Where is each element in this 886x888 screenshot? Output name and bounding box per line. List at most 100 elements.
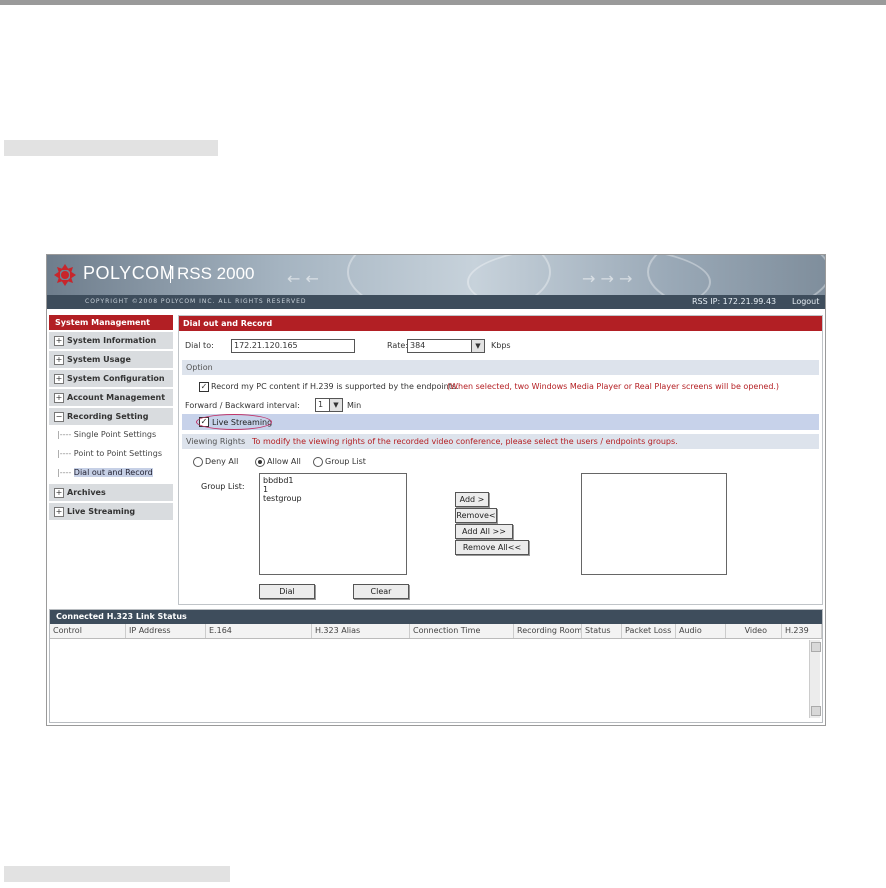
logout-link[interactable]: Logout xyxy=(792,297,819,306)
add-button[interactable]: Add > xyxy=(455,492,489,507)
sidebar-item-label: System Usage xyxy=(67,355,131,364)
brand-name: POLYCOM xyxy=(83,263,176,283)
sidebar-item-system-configuration[interactable]: + System Configuration xyxy=(49,370,173,387)
app-header: ← ← → → → POLYCOM RSS 2000 xyxy=(47,255,825,295)
interval-label: Forward / Backward interval: xyxy=(185,401,300,410)
rate-unit: Kbps xyxy=(491,341,511,350)
section-heading-placeholder-bottom xyxy=(4,866,230,882)
clear-button[interactable]: Clear xyxy=(353,584,409,599)
sidebar-item-label: System Configuration xyxy=(67,374,165,383)
dropdown-arrow-icon: ▼ xyxy=(471,340,484,352)
polycom-logo-icon xyxy=(54,264,76,286)
sidebar-item-system-information[interactable]: + System Information xyxy=(49,332,173,349)
panel-title: Dial out and Record xyxy=(179,316,822,331)
status-table-header: Control IP Address E.164 H.323 Alias Con… xyxy=(50,624,822,639)
viewing-rights-note: To modify the viewing rights of the reco… xyxy=(252,437,678,446)
allow-all-radio[interactable] xyxy=(255,457,265,467)
column-header[interactable]: Audio xyxy=(676,624,726,638)
group-list-label: Group List: xyxy=(201,482,245,491)
dial-to-label: Dial to: xyxy=(185,341,214,350)
column-header[interactable]: Connection Time xyxy=(410,624,514,638)
header-strip: COPYRIGHT ©2008 POLYCOM INC. ALL RIGHTS … xyxy=(47,295,825,309)
column-header[interactable]: H.239 xyxy=(782,624,822,638)
rss-ip-text: RSS IP: 172.21.99.43 xyxy=(692,297,777,306)
rate-select[interactable]: 384 ▼ xyxy=(407,339,485,353)
column-header[interactable]: Status xyxy=(582,624,622,638)
sidebar-item-label: Live Streaming xyxy=(67,507,136,516)
main-panel: Dial out and Record Dial to: 172.21.120.… xyxy=(178,315,823,605)
sidebar-item-label: Account Management xyxy=(67,393,166,402)
highlight-ellipse xyxy=(196,414,272,430)
dial-to-input[interactable]: 172.21.120.165 xyxy=(231,339,355,353)
remove-all-button[interactable]: Remove All<< xyxy=(455,540,529,555)
collapse-icon: − xyxy=(54,412,64,422)
expand-icon: + xyxy=(54,336,64,346)
column-header[interactable]: Video xyxy=(726,624,782,638)
sidebar-sub-label: Dial out and Record xyxy=(73,468,153,477)
selected-groups-box[interactable] xyxy=(581,473,727,575)
group-list-radio[interactable] xyxy=(313,457,323,467)
record-pc-note: (When selected, two Windows Media Player… xyxy=(447,382,780,391)
expand-icon: + xyxy=(54,374,64,384)
expand-icon: + xyxy=(54,393,64,403)
link-status-title: Connected H.323 Link Status xyxy=(50,610,822,624)
live-streaming-band: ✓ Live Streaming xyxy=(182,414,819,430)
link-status-panel: Connected H.323 Link Status Control IP A… xyxy=(49,609,823,723)
sidebar-item-recording-setting[interactable]: − Recording Setting xyxy=(49,408,173,425)
column-header[interactable]: IP Address xyxy=(126,624,206,638)
sidebar-item-label: System Information xyxy=(67,336,157,345)
sidebar-item-live-streaming[interactable]: + Live Streaming xyxy=(49,503,173,520)
expand-icon: + xyxy=(54,355,64,365)
scroll-up-icon[interactable] xyxy=(811,642,821,652)
column-header[interactable]: Packet Loss xyxy=(622,624,676,638)
rate-label: Rate: xyxy=(387,341,409,350)
tree-connector-icon: |---- xyxy=(57,449,74,458)
record-pc-checkbox[interactable]: ✓ xyxy=(199,382,209,392)
page-top-rule xyxy=(0,0,886,5)
viewing-rights-band: Viewing Rights To modify the viewing rig… xyxy=(182,434,819,449)
dropdown-arrow-icon: ▼ xyxy=(329,399,342,411)
sidebar-sub-dial-out[interactable]: |---- Dial out and Record xyxy=(49,463,173,482)
sidebar-item-archives[interactable]: + Archives xyxy=(49,484,173,501)
column-header[interactable]: E.164 xyxy=(206,624,312,638)
interval-unit: Min xyxy=(347,401,362,410)
tree-connector-icon: |---- xyxy=(57,468,74,477)
list-item[interactable]: bbdbd1 xyxy=(263,476,403,485)
column-header[interactable]: H.323 Alias xyxy=(312,624,410,638)
dial-button[interactable]: Dial xyxy=(259,584,315,599)
group-list-box[interactable]: bbdbd1 1 testgroup xyxy=(259,473,407,575)
option-label: Option xyxy=(186,363,213,372)
interval-select-value: 1 xyxy=(318,400,324,409)
sidebar-item-account-management[interactable]: + Account Management xyxy=(49,389,173,406)
column-header[interactable]: Recording Room xyxy=(514,624,582,638)
sidebar-sub-single-point[interactable]: |---- Single Point Settings xyxy=(49,425,173,444)
section-heading-placeholder xyxy=(4,140,218,156)
remove-button[interactable]: Remove< xyxy=(455,508,497,523)
list-item[interactable]: testgroup xyxy=(263,494,403,503)
rate-select-value: 384 xyxy=(410,341,426,350)
sidebar-item-label: Archives xyxy=(67,488,106,497)
deny-all-radio[interactable] xyxy=(193,457,203,467)
sidebar-sub-point-to-point[interactable]: |---- Point to Point Settings xyxy=(49,444,173,463)
sidebar-item-label: Recording Setting xyxy=(67,412,149,421)
sidebar-sub-label: Single Point Settings xyxy=(73,430,157,439)
expand-icon: + xyxy=(54,488,64,498)
expand-icon: + xyxy=(54,507,64,517)
interval-select[interactable]: 1 ▼ xyxy=(315,398,343,412)
sidebar-item-system-usage[interactable]: + System Usage xyxy=(49,351,173,368)
option-band: Option xyxy=(182,360,819,375)
deny-all-label: Deny All xyxy=(205,457,239,466)
list-item[interactable]: 1 xyxy=(263,485,403,494)
scroll-down-icon[interactable] xyxy=(811,706,821,716)
allow-all-label: Allow All xyxy=(267,457,301,466)
viewing-rights-label: Viewing Rights xyxy=(186,437,246,446)
tree-connector-icon: |---- xyxy=(57,430,74,439)
add-all-button[interactable]: Add All >> xyxy=(455,524,513,539)
record-pc-text: Record my PC content if H.239 is support… xyxy=(211,382,459,391)
sidebar-title: System Management xyxy=(49,315,173,330)
copyright-text: COPYRIGHT ©2008 POLYCOM INC. ALL RIGHTS … xyxy=(85,298,307,305)
column-header[interactable]: Control xyxy=(50,624,126,638)
rss-web-console: ← ← → → → POLYCOM RSS 2000 COPYRIGHT ©20… xyxy=(46,254,826,726)
status-scrollbar[interactable] xyxy=(809,640,821,718)
group-list-radio-label: Group List xyxy=(325,457,366,466)
